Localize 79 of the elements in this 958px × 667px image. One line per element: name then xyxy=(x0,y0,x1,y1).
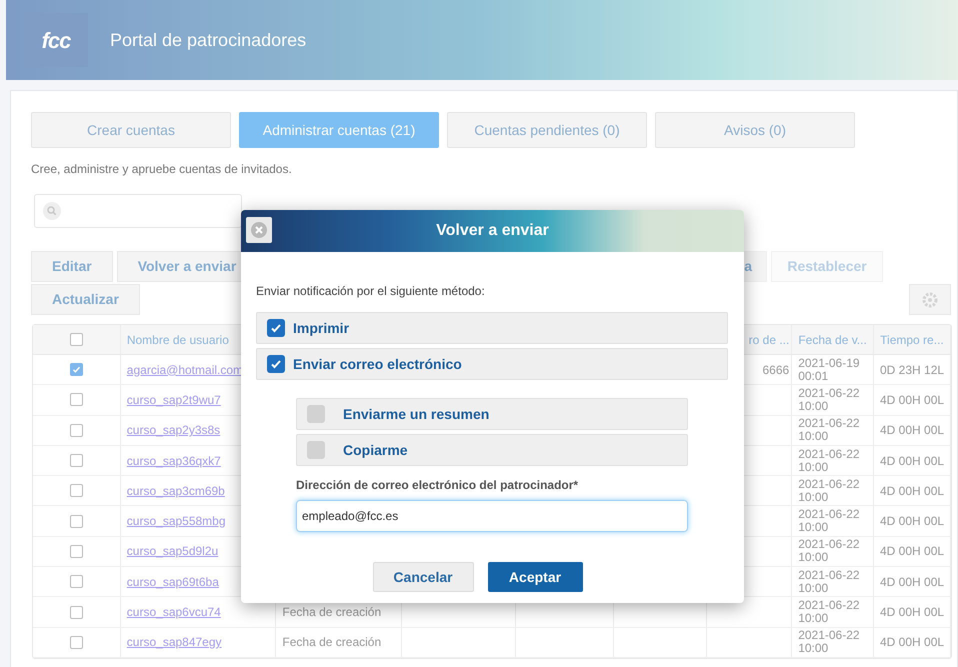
table-cell-text: 2021-06-22 10:00 xyxy=(798,386,861,413)
username-link[interactable]: curso_sap3cm69b xyxy=(126,482,225,500)
table-cell-text: Fecha de creación xyxy=(282,604,382,622)
settings-button[interactable] xyxy=(909,284,951,315)
table-cell-text: Fecha de creación xyxy=(282,634,382,652)
checkbox[interactable] xyxy=(307,405,325,423)
table-cell-text: 4D 00H 00L xyxy=(880,634,944,652)
portal-title: Portal de patrocinadores xyxy=(110,28,306,52)
table-cell-text: 4D 00H 00L xyxy=(880,574,944,591)
username-link[interactable]: curso_sap2y3s8s xyxy=(126,421,220,440)
table-cell-text: 2021-06-22 10:00 xyxy=(798,629,861,656)
checkbox[interactable] xyxy=(70,544,83,558)
checkmark-icon xyxy=(270,358,282,370)
table-cell-text: 2021-06-19 00:01 xyxy=(798,356,861,383)
table-cell-text: 4D 00H 00L xyxy=(880,543,944,560)
username-link[interactable]: curso_sap6vcu74 xyxy=(126,603,221,622)
table-cell-text: 2021-06-22 10:00 xyxy=(798,448,861,474)
checkbox[interactable] xyxy=(70,363,83,376)
refresh-button[interactable]: Actualizar xyxy=(31,284,140,315)
search-field[interactable] xyxy=(34,194,242,228)
table-cell-text: 2021-06-22 10:00 xyxy=(798,599,861,626)
table-cell-text: 4D 00H 00L xyxy=(880,422,944,440)
close-button[interactable] xyxy=(246,217,272,243)
toolbar-button[interactable]: Editar xyxy=(31,251,113,282)
checkbox[interactable] xyxy=(267,319,285,337)
checkbox[interactable] xyxy=(70,606,83,619)
cancel-button[interactable]: Cancelar xyxy=(372,562,474,592)
checkmark-icon xyxy=(270,322,282,334)
checkbox[interactable] xyxy=(70,636,83,649)
username-link[interactable]: curso_sap5d9l2u xyxy=(126,542,218,560)
table-cell-text: 2021-06-22 10:00 xyxy=(798,568,861,595)
table-cell-text: 2021-06-22 10:00 xyxy=(798,508,861,534)
table-cell-text: 6666 xyxy=(762,362,790,379)
username-link[interactable]: curso_sap69t6ba xyxy=(126,572,219,591)
checkmark-icon xyxy=(72,365,81,374)
username-link[interactable]: curso_sap2t9wu7 xyxy=(126,390,221,409)
tab[interactable]: Crear cuentas xyxy=(31,112,231,148)
table-cell-text: 2021-06-22 10:00 xyxy=(798,478,861,504)
checkbox[interactable] xyxy=(70,484,83,498)
sub-option[interactable]: Copiarme xyxy=(296,434,688,466)
username-link[interactable]: curso_sap558mbg xyxy=(126,512,226,530)
checkbox[interactable] xyxy=(70,454,83,468)
tab[interactable]: Cuentas pendientes (0) xyxy=(447,112,647,148)
close-icon xyxy=(250,221,268,239)
username-link[interactable]: curso_sap36qxk7 xyxy=(126,452,221,470)
column-header[interactable]: Tiempo re... xyxy=(880,330,944,348)
column-header[interactable]: Nombre de usuario xyxy=(126,330,229,348)
description: Cree, administre y apruebe cuentas de invitados. xyxy=(31,161,293,178)
accept-button[interactable]: Aceptar xyxy=(488,562,582,592)
table-cell-text: 4D 00H 00L xyxy=(880,452,944,470)
table-cell-text: 0D 23H 12L xyxy=(880,362,944,379)
table-cell-text: 2021-06-22 10:00 xyxy=(798,538,861,564)
checkbox[interactable] xyxy=(70,514,83,528)
checkbox[interactable] xyxy=(307,441,325,459)
checkbox[interactable] xyxy=(70,333,83,346)
column-header[interactable]: ro de ... xyxy=(748,330,790,348)
checkbox[interactable] xyxy=(70,393,83,406)
column-header[interactable]: Fecha de v... xyxy=(798,330,867,348)
table-cell-text: 2021-06-22 10:00 xyxy=(798,417,861,444)
checkbox[interactable] xyxy=(267,355,285,373)
table-cell-text: 4D 00H 00L xyxy=(880,482,944,500)
tab[interactable]: Avisos (0) xyxy=(655,112,855,148)
dialog-prompt: Enviar notificación por el siguiente método: xyxy=(256,283,486,300)
method-option[interactable]: Imprimir xyxy=(256,312,728,344)
username-link[interactable]: agarcia@hotmail.com xyxy=(126,360,244,379)
dialog-title: Volver a enviar xyxy=(436,221,549,241)
sub-option[interactable]: Enviarme un resumen xyxy=(296,398,688,430)
method-option[interactable]: Enviar correo electrónico xyxy=(256,348,728,380)
checkbox[interactable] xyxy=(70,424,83,437)
table-cell-text: 4D 00H 00L xyxy=(880,392,944,409)
table-cell-text: 4D 00H 00L xyxy=(880,604,944,622)
email-label: Dirección de correo electrónico del patrocinador* xyxy=(296,477,580,494)
checkbox[interactable] xyxy=(70,575,83,588)
search-icon xyxy=(43,202,61,220)
username-link[interactable]: curso_sap847egy xyxy=(126,633,222,652)
email-field[interactable]: empleado@fcc.es xyxy=(296,500,688,532)
tab[interactable]: Administrar cuentas (21) xyxy=(239,112,439,148)
settings-icon xyxy=(922,292,938,308)
table-cell-text: 4D 00H 00L xyxy=(880,513,944,530)
